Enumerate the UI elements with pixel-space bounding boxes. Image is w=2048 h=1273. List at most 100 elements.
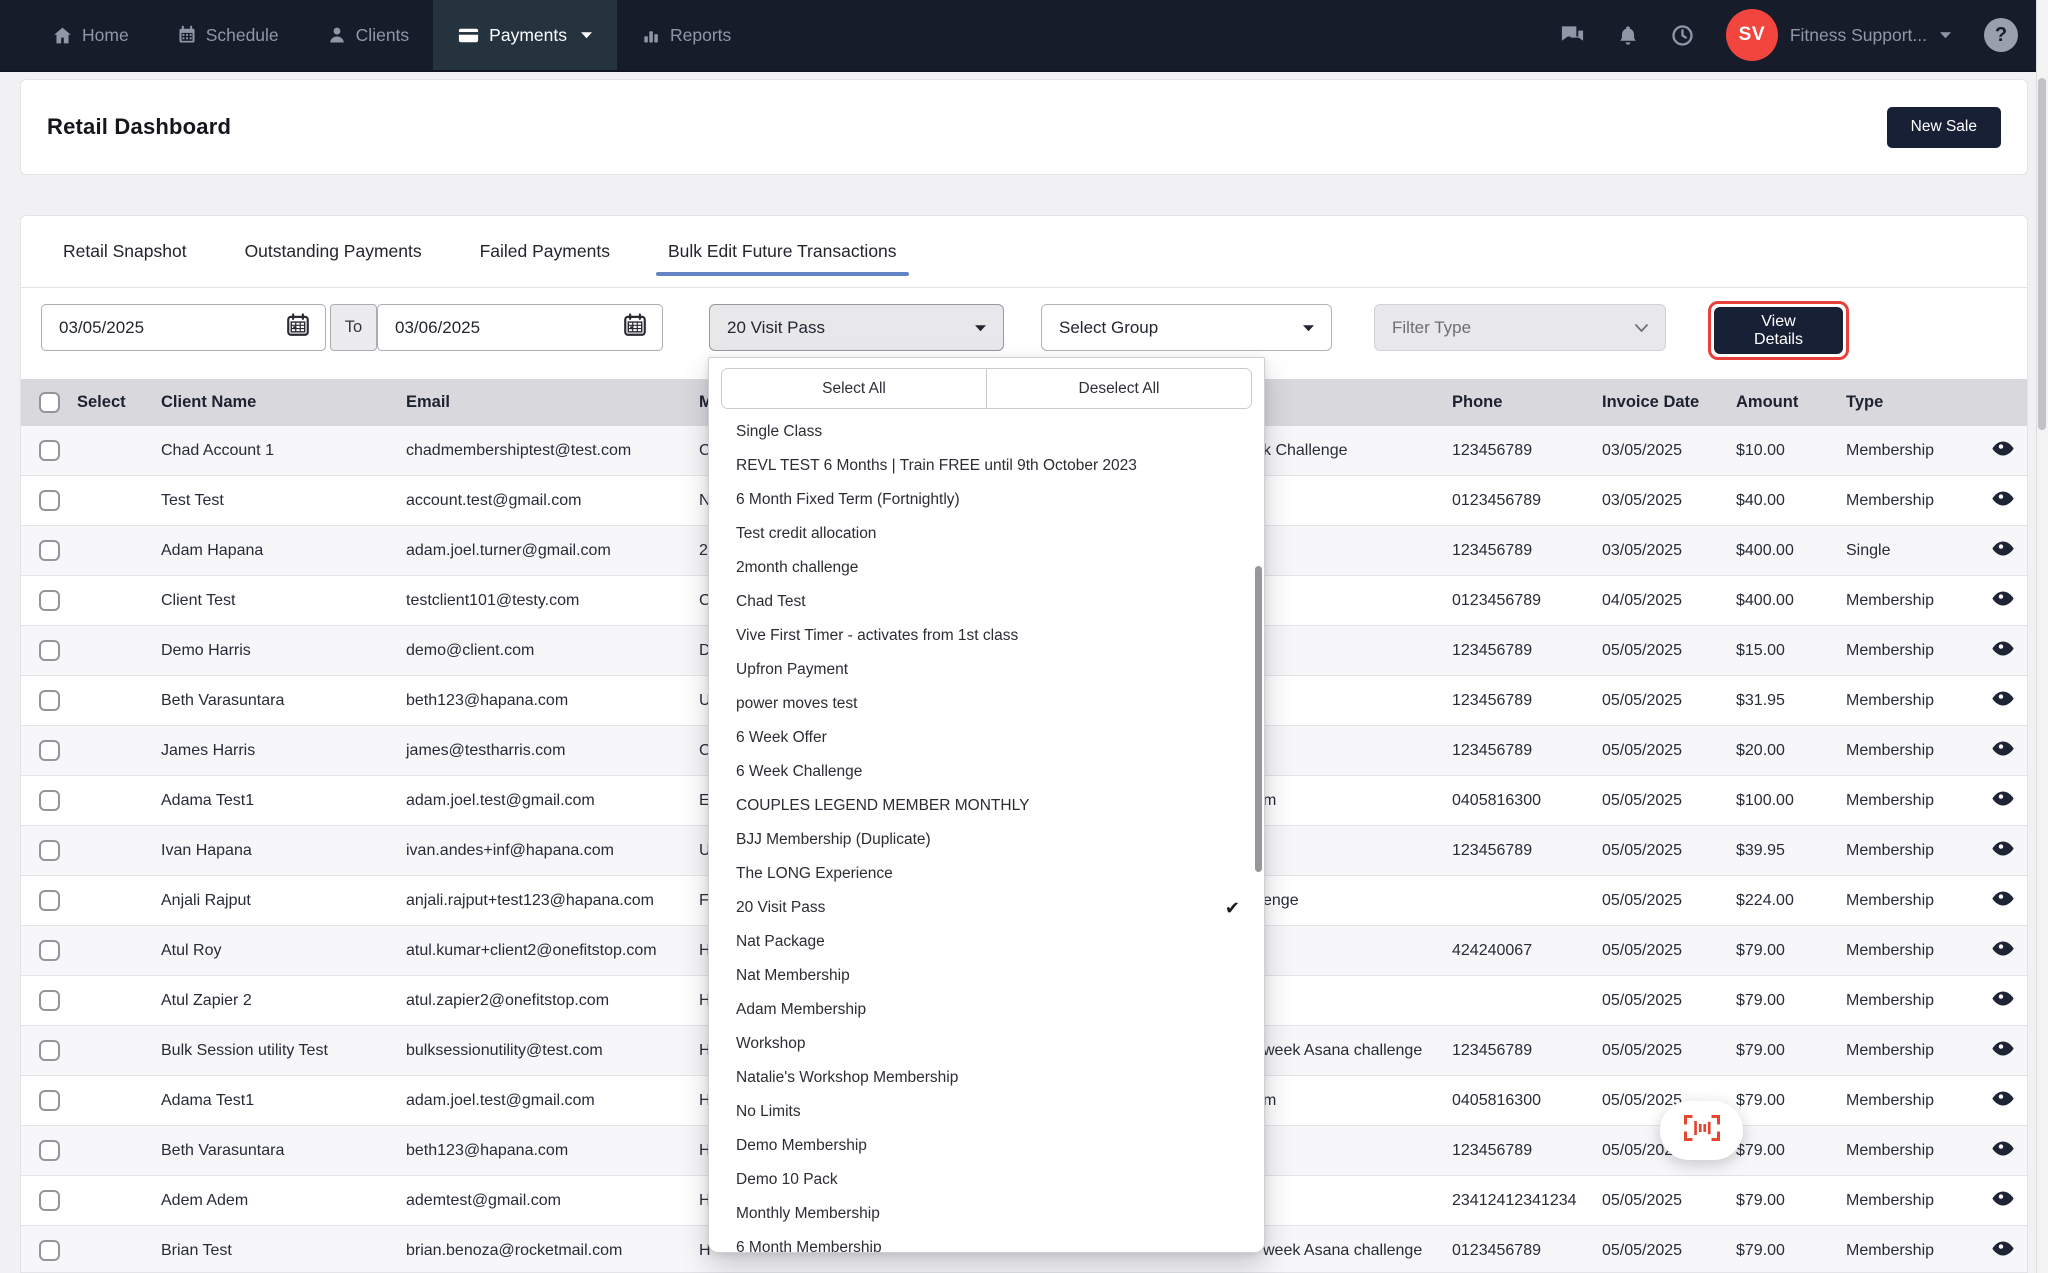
dropdown-option-6-month-membership[interactable]: 6 Month Membership <box>709 1231 1264 1253</box>
dropdown-option-adam-membership[interactable]: Adam Membership <box>709 993 1264 1027</box>
account-menu[interactable]: SV Fitness Support... <box>1726 9 1952 61</box>
tab-failed-payments[interactable]: Failed Payments <box>480 216 610 287</box>
dropdown-option-label: COUPLES LEGEND MEMBER MONTHLY <box>736 797 1029 814</box>
view-row-button[interactable] <box>1976 440 2028 462</box>
phone-cell: 123456789 <box>1436 1042 1581 1060</box>
nav-item-schedule[interactable]: Schedule <box>153 0 303 70</box>
date-from-input[interactable]: 03/05/2025 <box>41 304 326 351</box>
calendar-input-icon[interactable] <box>622 312 648 343</box>
view-details-button[interactable]: View Details <box>1714 307 1843 354</box>
view-row-button[interactable] <box>1976 590 2028 612</box>
dropdown-option-couples-legend-member-monthly[interactable]: COUPLES LEGEND MEMBER MONTHLY <box>709 789 1264 823</box>
view-row-button[interactable] <box>1976 840 2028 862</box>
dropdown-option-6-month-fixed-term-fortnightly[interactable]: 6 Month Fixed Term (Fortnightly) <box>709 483 1264 517</box>
view-row-button[interactable] <box>1976 640 2028 662</box>
help-icon[interactable]: ? <box>1984 18 2018 52</box>
view-row-button[interactable] <box>1976 690 2028 712</box>
type-filter-select[interactable]: Filter Type <box>1374 304 1666 351</box>
dropdown-option-2month-challenge[interactable]: 2month challenge <box>709 551 1264 585</box>
view-row-button[interactable] <box>1976 990 2028 1012</box>
nav-item-payments[interactable]: Payments <box>433 0 617 70</box>
view-row-button[interactable] <box>1976 790 2028 812</box>
row-checkbox[interactable] <box>39 1190 60 1211</box>
dropdown-option-chad-test[interactable]: Chad Test <box>709 585 1264 619</box>
dropdown-option-bjj-membership-duplicate[interactable]: BJJ Membership (Duplicate) <box>709 823 1264 857</box>
dropdown-option-demo-10-pack[interactable]: Demo 10 Pack <box>709 1163 1264 1197</box>
row-checkbox[interactable] <box>39 840 60 861</box>
row-checkbox[interactable] <box>39 740 60 761</box>
row-checkbox[interactable] <box>39 690 60 711</box>
dropdown-option-the-long-experience[interactable]: The LONG Experience <box>709 857 1264 891</box>
view-row-button[interactable] <box>1976 1240 2028 1262</box>
view-row-button[interactable] <box>1976 940 2028 962</box>
row-checkbox[interactable] <box>39 590 60 611</box>
row-checkbox[interactable] <box>39 940 60 961</box>
row-checkbox[interactable] <box>39 440 60 461</box>
dropdown-option-single-class[interactable]: Single Class <box>709 415 1264 449</box>
dropdown-option-power-moves-test[interactable]: power moves test <box>709 687 1264 721</box>
tab-outstanding-payments[interactable]: Outstanding Payments <box>245 216 422 287</box>
dropdown-option-natalie-s-workshop-membership[interactable]: Natalie's Workshop Membership <box>709 1061 1264 1095</box>
group-filter-select[interactable]: Select Group <box>1041 304 1332 351</box>
phone-cell: 0405816300 <box>1436 792 1581 810</box>
dropdown-option-6-week-offer[interactable]: 6 Week Offer <box>709 721 1264 755</box>
dropdown-option-monthly-membership[interactable]: Monthly Membership <box>709 1197 1264 1231</box>
row-checkbox[interactable] <box>39 890 60 911</box>
tab-retail-snapshot[interactable]: Retail Snapshot <box>63 216 187 287</box>
bell-icon[interactable] <box>1617 24 1639 47</box>
view-row-button[interactable] <box>1976 890 2028 912</box>
nav-right: SV Fitness Support... ? <box>1560 9 2048 61</box>
date-from-value: 03/05/2025 <box>59 318 144 338</box>
chat-icon[interactable] <box>1560 24 1585 46</box>
row-checkbox[interactable] <box>39 640 60 661</box>
view-row-button[interactable] <box>1976 1190 2028 1212</box>
date-to-input[interactable]: 03/06/2025 <box>377 304 663 351</box>
new-sale-button[interactable]: New Sale <box>1887 107 2001 148</box>
view-row-button[interactable] <box>1976 1140 2028 1162</box>
client-name-cell: Beth Varasuntara <box>141 692 386 710</box>
dropdown-option-upfron-payment[interactable]: Upfron Payment <box>709 653 1264 687</box>
dropdown-option-no-limits[interactable]: No Limits <box>709 1095 1264 1129</box>
row-checkbox[interactable] <box>39 1140 60 1161</box>
row-checkbox[interactable] <box>39 490 60 511</box>
dropdown-option-nat-membership[interactable]: Nat Membership <box>709 959 1264 993</box>
view-row-button[interactable] <box>1976 740 2028 762</box>
row-checkbox[interactable] <box>39 540 60 561</box>
select-all-button[interactable]: Select All <box>722 369 987 408</box>
view-row-button[interactable] <box>1976 540 2028 562</box>
row-checkbox[interactable] <box>39 1040 60 1061</box>
nav-item-home[interactable]: Home <box>28 0 153 70</box>
clock-icon[interactable] <box>1671 24 1694 47</box>
dropdown-option-vive-first-timer-activates-from-1st-class[interactable]: Vive First Timer - activates from 1st cl… <box>709 619 1264 653</box>
dropdown-option-revl-test-6-months-train-free-until-9th-october-2023[interactable]: REVL TEST 6 Months | Train FREE until 9t… <box>709 449 1264 483</box>
dropdown-scrollbar-thumb[interactable] <box>1255 566 1262 872</box>
dropdown-option-workshop[interactable]: Workshop <box>709 1027 1264 1061</box>
view-row-button[interactable] <box>1976 1040 2028 1062</box>
nav-item-clients[interactable]: Clients <box>303 0 434 70</box>
tab-bulk-edit-future-transactions[interactable]: Bulk Edit Future Transactions <box>668 216 897 287</box>
view-row-button[interactable] <box>1976 490 2028 512</box>
row-checkbox[interactable] <box>39 790 60 811</box>
amount-cell: $79.00 <box>1716 992 1826 1010</box>
client-name-cell: Adam Hapana <box>141 542 386 560</box>
view-row-button[interactable] <box>1976 1090 2028 1112</box>
window-scrollbar[interactable] <box>2036 0 2048 1273</box>
row-checkbox[interactable] <box>39 1240 60 1261</box>
nav-item-reports[interactable]: Reports <box>617 0 755 70</box>
dropdown-option-test-credit-allocation[interactable]: Test credit allocation <box>709 517 1264 551</box>
dropdown-option-6-week-challenge[interactable]: 6 Week Challenge <box>709 755 1264 789</box>
scan-barcode-button[interactable] <box>1660 1101 1743 1160</box>
dropdown-option-demo-membership[interactable]: Demo Membership <box>709 1129 1264 1163</box>
dropdown-option-nat-package[interactable]: Nat Package <box>709 925 1264 959</box>
window-scrollbar-thumb[interactable] <box>2038 78 2046 430</box>
calendar-input-icon[interactable] <box>285 312 311 343</box>
select-all-checkbox[interactable] <box>39 392 60 413</box>
membership-filter-select[interactable]: 20 Visit Pass <box>709 304 1004 351</box>
dropdown-option-20-visit-pass[interactable]: 20 Visit Pass✔ <box>709 891 1264 925</box>
phone-cell: 123456789 <box>1436 692 1581 710</box>
row-checkbox[interactable] <box>39 990 60 1011</box>
row-checkbox[interactable] <box>39 1090 60 1111</box>
amount-cell: $20.00 <box>1716 742 1826 760</box>
deselect-all-button[interactable]: Deselect All <box>987 369 1251 408</box>
chart-icon <box>641 25 661 45</box>
